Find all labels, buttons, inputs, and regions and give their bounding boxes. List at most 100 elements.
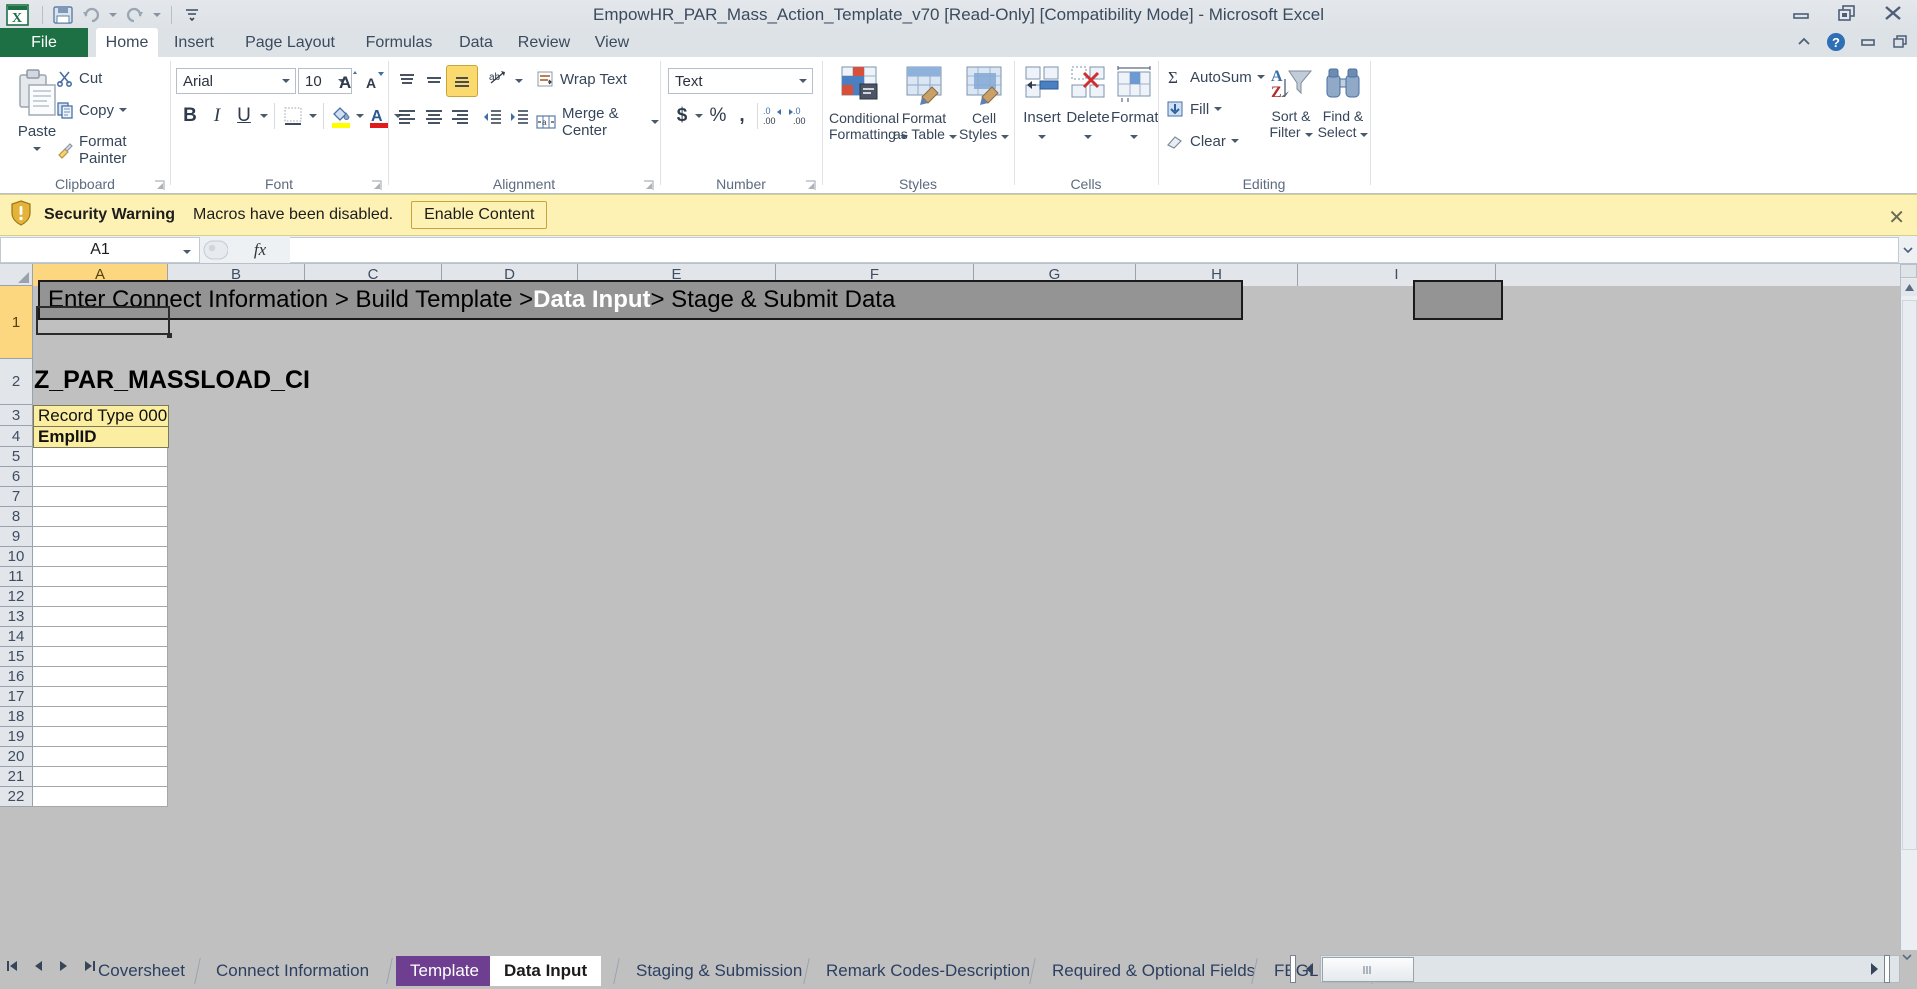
cell-a22[interactable] <box>33 787 168 807</box>
delete-cells-button[interactable]: Delete <box>1065 63 1111 143</box>
help-icon[interactable]: ? <box>1825 31 1847 53</box>
insert-cells-button[interactable]: Insert <box>1019 63 1065 143</box>
find-select-dropdown-icon[interactable] <box>1360 133 1369 137</box>
alignment-dialog-launcher-icon[interactable] <box>643 179 655 191</box>
vertical-scrollbar[interactable] <box>1900 264 1917 950</box>
row-header-21[interactable]: 21 <box>0 767 33 787</box>
cell-a12[interactable] <box>33 587 168 607</box>
comma-format-button[interactable]: , <box>731 102 753 130</box>
row-header-5[interactable]: 5 <box>0 447 33 467</box>
clipboard-dialog-launcher-icon[interactable] <box>154 179 166 191</box>
format-cells-button[interactable]: Format <box>1111 63 1159 143</box>
delete-dropdown-icon[interactable] <box>1065 126 1111 143</box>
tab-file[interactable]: File <box>0 28 88 57</box>
next-sheet-button[interactable] <box>56 957 72 975</box>
merge-dropdown-icon[interactable] <box>651 120 659 124</box>
sheet-tab-connect-information[interactable]: Connect Information <box>202 956 383 986</box>
row-header-17[interactable]: 17 <box>0 687 33 707</box>
row-header-12[interactable]: 12 <box>0 587 33 607</box>
orientation-dropdown-icon[interactable] <box>512 70 526 92</box>
cell-a13[interactable] <box>33 607 168 627</box>
sheet-tab-staging-and-submission[interactable]: Staging & Submission <box>622 956 816 986</box>
horizontal-split-handle[interactable] <box>1884 955 1890 983</box>
decrease-decimal-button[interactable]: .0 .00 <box>787 102 813 130</box>
cut-button[interactable]: Cut <box>56 69 102 87</box>
bold-button[interactable]: B <box>177 102 203 130</box>
borders-button[interactable] <box>279 102 307 130</box>
autosum-button[interactable]: Σ AutoSum <box>1165 67 1265 87</box>
cell-a17[interactable] <box>33 687 168 707</box>
enable-content-button[interactable]: Enable Content <box>411 201 548 229</box>
align-center-button[interactable] <box>420 103 448 131</box>
previous-sheet-button[interactable] <box>30 957 46 975</box>
row-header-20[interactable]: 20 <box>0 747 33 767</box>
cell-a3[interactable]: Record Type 000 <box>33 405 169 427</box>
name-box[interactable]: A1 <box>0 236 200 263</box>
cell-a9[interactable] <box>33 527 168 547</box>
orientation-button[interactable]: ab <box>485 67 513 95</box>
vertical-scroll-thumb[interactable] <box>1902 300 1917 850</box>
underline-button[interactable]: U <box>231 102 257 130</box>
tab-home[interactable]: Home <box>96 28 158 57</box>
tab-review[interactable]: Review <box>508 28 580 57</box>
clear-button[interactable]: Clear <box>1165 131 1239 151</box>
copy-dropdown-icon[interactable] <box>119 108 128 112</box>
row-header-22[interactable]: 22 <box>0 787 33 807</box>
cell-a20[interactable] <box>33 747 168 767</box>
row-header-8[interactable]: 8 <box>0 507 33 527</box>
number-format-dropdown-icon[interactable] <box>794 79 812 83</box>
restore-button[interactable] <box>1831 2 1863 24</box>
sheet-tab-coversheet[interactable]: Coversheet <box>84 956 199 986</box>
bottom-align-button[interactable] <box>446 65 478 97</box>
vertical-split-handle[interactable] <box>1900 264 1917 278</box>
cell-a6[interactable] <box>33 467 168 487</box>
borders-dropdown-icon[interactable] <box>306 105 320 127</box>
merge-and-center-button[interactable]: a Merge & Center <box>535 105 659 139</box>
sort-filter-dropdown-icon[interactable] <box>1304 133 1313 137</box>
autosum-dropdown-icon[interactable] <box>1256 75 1265 79</box>
row-header-16[interactable]: 16 <box>0 667 33 687</box>
align-left-button[interactable] <box>393 103 421 131</box>
row-header-10[interactable]: 10 <box>0 547 33 567</box>
status-dropdown-icon[interactable] <box>1899 951 1915 963</box>
tab-data[interactable]: Data <box>448 28 504 57</box>
percent-format-button[interactable]: % <box>706 102 730 130</box>
cell-a14[interactable] <box>33 627 168 647</box>
hscroll-left-arrow[interactable] <box>1302 959 1318 979</box>
increase-indent-button[interactable] <box>506 103 534 131</box>
fill-dropdown-icon[interactable] <box>1214 107 1223 111</box>
insert-function-icon[interactable]: fx <box>230 237 290 263</box>
formula-input[interactable] <box>290 236 1899 263</box>
cell-styles-button[interactable]: Cell Styles <box>957 63 1011 142</box>
fill-handle[interactable] <box>167 333 172 338</box>
cell-a18[interactable] <box>33 707 168 727</box>
cell-a21[interactable] <box>33 767 168 787</box>
wrap-text-button[interactable]: Wrap Text <box>535 69 627 89</box>
row-header-14[interactable]: 14 <box>0 627 33 647</box>
fill-button[interactable]: Fill <box>1165 99 1223 119</box>
cell-a15[interactable] <box>33 647 168 667</box>
align-right-button[interactable] <box>446 103 474 131</box>
font-name-dropdown-icon[interactable] <box>277 79 295 83</box>
accounting-format-button[interactable]: $ <box>671 102 693 130</box>
italic-button[interactable]: I <box>204 102 230 130</box>
row-header-6[interactable]: 6 <box>0 467 33 487</box>
minimize-ribbon-icon[interactable] <box>1793 31 1815 53</box>
row-header-2[interactable]: 2 <box>0 359 33 405</box>
row-header-19[interactable]: 19 <box>0 727 33 747</box>
cell-a5[interactable] <box>33 447 168 467</box>
number-format-select[interactable]: Text <box>668 68 813 94</box>
sheet-tab-required-and-optional-fields[interactable]: Required & Optional Fields <box>1038 956 1269 986</box>
format-dropdown-icon[interactable] <box>1111 126 1157 143</box>
scroll-up-button[interactable] <box>1901 279 1917 296</box>
row-header-13[interactable]: 13 <box>0 607 33 627</box>
copy-button[interactable]: Copy <box>56 101 128 119</box>
row-header-7[interactable]: 7 <box>0 487 33 507</box>
conditional-formatting-button[interactable]: Conditional Formatting <box>829 63 908 142</box>
tab-split-handle[interactable] <box>1290 955 1296 983</box>
tab-formulas[interactable]: Formulas <box>354 28 444 57</box>
minimize-button[interactable] <box>1785 2 1817 24</box>
cell-a19[interactable] <box>33 727 168 747</box>
tab-view[interactable]: View <box>584 28 640 57</box>
name-box-dropdown-icon[interactable] <box>183 241 191 259</box>
